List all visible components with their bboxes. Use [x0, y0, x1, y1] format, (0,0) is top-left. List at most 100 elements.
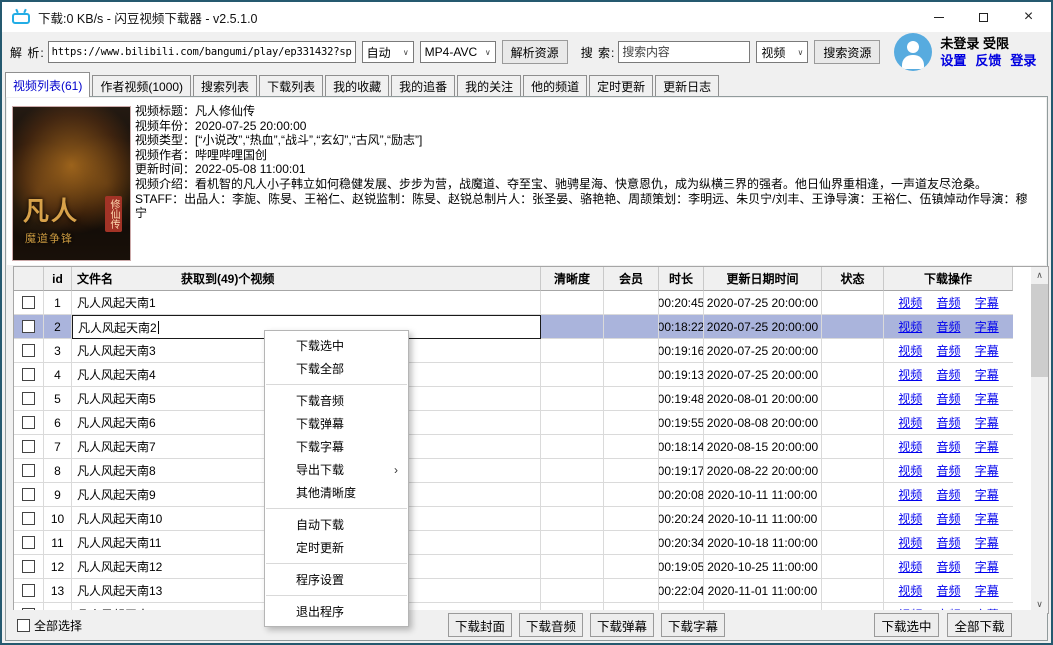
download-cover-button[interactable]: 下载封面 [448, 613, 512, 637]
tab[interactable]: 我的追番 [391, 75, 455, 97]
select-all-checkbox[interactable] [17, 619, 30, 632]
download-danmaku-button[interactable]: 下载弹幕 [590, 613, 654, 637]
download-video-link[interactable]: 视频 [898, 318, 922, 335]
table-row[interactable]: 13 凡人风起天南13 00:22:04 2020-11-01 11:00:00… [14, 579, 1013, 603]
menu-item[interactable]: 下载选中 › [265, 334, 408, 357]
format-select[interactable]: MP4-AVC ∨ [420, 41, 496, 63]
menu-item[interactable]: 其他清晰度 › [265, 481, 408, 504]
tab[interactable]: 我的收藏 [325, 75, 389, 97]
row-checkbox[interactable] [22, 416, 35, 429]
download-subtitle-link[interactable]: 字幕 [975, 438, 999, 455]
download-video-link[interactable]: 视频 [898, 414, 922, 431]
login-link[interactable]: 登录 [1010, 52, 1036, 69]
row-checkbox[interactable] [22, 488, 35, 501]
search-input[interactable] [618, 41, 750, 63]
table-row[interactable]: 10 凡人风起天南10 00:20:24 2020-10-11 11:00:00… [14, 507, 1013, 531]
scrollbar-thumb[interactable] [1031, 284, 1048, 377]
download-all-button[interactable]: 全部下载 [947, 613, 1012, 637]
download-audio-link[interactable]: 音频 [936, 390, 960, 407]
mode-select[interactable]: 自动 ∨ [362, 41, 414, 63]
download-subtitle-link[interactable]: 字幕 [975, 534, 999, 551]
vertical-scrollbar[interactable]: ∧ ∨ [1031, 267, 1048, 613]
menu-item[interactable]: 程序设置 › [265, 568, 408, 591]
download-selected-button[interactable]: 下载选中 [874, 613, 939, 637]
download-audio-link[interactable]: 音频 [936, 534, 960, 551]
table-row[interactable]: 5 凡人风起天南5 00:19:48 2020-08-01 20:00:00 视… [14, 387, 1013, 411]
parse-resource-button[interactable]: 解析资源 [502, 40, 568, 64]
table-row[interactable]: 9 凡人风起天南9 00:20:08 2020-10-11 11:00:00 视… [14, 483, 1013, 507]
download-audio-link[interactable]: 音频 [936, 414, 960, 431]
menu-item[interactable]: 退出程序 › [265, 600, 408, 623]
row-checkbox[interactable] [22, 296, 35, 309]
menu-item[interactable]: 下载音频 › [265, 389, 408, 412]
tab[interactable]: 更新日志 [655, 75, 719, 97]
download-subtitle-link[interactable]: 字幕 [975, 414, 999, 431]
table-row[interactable]: 1 凡人风起天南1 00:20:45 2020-07-25 20:00:00 视… [14, 291, 1013, 315]
tab[interactable]: 定时更新 [589, 75, 653, 97]
download-subtitle-link[interactable]: 字幕 [975, 294, 999, 311]
download-audio-link[interactable]: 音频 [936, 462, 960, 479]
download-subtitle-link[interactable]: 字幕 [975, 318, 999, 335]
download-video-link[interactable]: 视频 [898, 366, 922, 383]
download-subtitle-link[interactable]: 字幕 [975, 390, 999, 407]
download-video-link[interactable]: 视频 [898, 582, 922, 599]
tab[interactable]: 搜索列表 [193, 75, 257, 97]
row-checkbox[interactable] [22, 344, 35, 357]
close-button[interactable]: × [1006, 2, 1051, 32]
download-video-link[interactable]: 视频 [898, 558, 922, 575]
filename-cell[interactable]: 凡人风起天南1 [72, 291, 541, 315]
download-audio-link[interactable]: 音频 [936, 366, 960, 383]
table-row[interactable]: 12 凡人风起天南12 00:19:05 2020-10-25 11:00:00… [14, 555, 1013, 579]
download-audio-link[interactable]: 音频 [936, 510, 960, 527]
download-video-link[interactable]: 视频 [898, 294, 922, 311]
download-audio-link[interactable]: 音频 [936, 486, 960, 503]
download-audio-link[interactable]: 音频 [936, 558, 960, 575]
row-checkbox[interactable] [22, 512, 35, 525]
row-checkbox[interactable] [22, 584, 35, 597]
row-checkbox[interactable] [22, 536, 35, 549]
download-video-link[interactable]: 视频 [898, 510, 922, 527]
download-subtitle-button[interactable]: 下载字幕 [661, 613, 725, 637]
menu-item[interactable]: 下载字幕 › [265, 435, 408, 458]
download-subtitle-link[interactable]: 字幕 [975, 342, 999, 359]
maximize-button[interactable] [961, 2, 1006, 32]
menu-item[interactable]: 下载弹幕 › [265, 412, 408, 435]
download-subtitle-link[interactable]: 字幕 [975, 486, 999, 503]
select-all[interactable]: 全部选择 [17, 617, 82, 634]
settings-link[interactable]: 设置 [940, 52, 966, 69]
feedback-link[interactable]: 反馈 [975, 52, 1001, 69]
row-checkbox[interactable] [22, 464, 35, 477]
download-subtitle-link[interactable]: 字幕 [975, 366, 999, 383]
tab[interactable]: 下载列表 [259, 75, 323, 97]
table-row[interactable]: 4 凡人风起天南4 00:19:13 2020-07-25 20:00:00 视… [14, 363, 1013, 387]
download-video-link[interactable]: 视频 [898, 342, 922, 359]
download-video-link[interactable]: 视频 [898, 486, 922, 503]
table-row[interactable]: 11 凡人风起天南11 00:20:34 2020-10-18 11:00:00… [14, 531, 1013, 555]
download-subtitle-link[interactable]: 字幕 [975, 558, 999, 575]
download-audio-link[interactable]: 音频 [936, 294, 960, 311]
table-row[interactable]: 2 凡人风起天南2 00:18:22 2020-07-25 20:00:00 视… [14, 315, 1013, 339]
tab[interactable]: 他的频道 [523, 75, 587, 97]
download-audio-link[interactable]: 音频 [936, 438, 960, 455]
search-type-select[interactable]: 视频 ∨ [756, 41, 808, 63]
download-subtitle-link[interactable]: 字幕 [975, 510, 999, 527]
tab[interactable]: 视频列表(61) [5, 72, 90, 97]
download-video-link[interactable]: 视频 [898, 462, 922, 479]
menu-item[interactable]: 导出下载 › [265, 458, 408, 481]
download-video-link[interactable]: 视频 [898, 534, 922, 551]
tab[interactable]: 我的关注 [457, 75, 521, 97]
menu-item[interactable]: 定时更新 › [265, 536, 408, 559]
table-row[interactable]: 8 凡人风起天南8 00:19:17 2020-08-22 20:00:00 视… [14, 459, 1013, 483]
table-row[interactable]: 3 凡人风起天南3 00:19:16 2020-07-25 20:00:00 视… [14, 339, 1013, 363]
download-subtitle-link[interactable]: 字幕 [975, 582, 999, 599]
tab[interactable]: 作者视频(1000) [92, 75, 191, 97]
menu-item[interactable]: 下载全部 › [265, 357, 408, 380]
download-audio-link[interactable]: 音频 [936, 342, 960, 359]
download-video-link[interactable]: 视频 [898, 390, 922, 407]
row-checkbox[interactable] [22, 560, 35, 573]
search-resource-button[interactable]: 搜索资源 [814, 40, 880, 64]
row-checkbox[interactable] [22, 440, 35, 453]
minimize-button[interactable] [916, 2, 961, 32]
download-video-link[interactable]: 视频 [898, 438, 922, 455]
scroll-up-icon[interactable]: ∧ [1031, 267, 1048, 284]
